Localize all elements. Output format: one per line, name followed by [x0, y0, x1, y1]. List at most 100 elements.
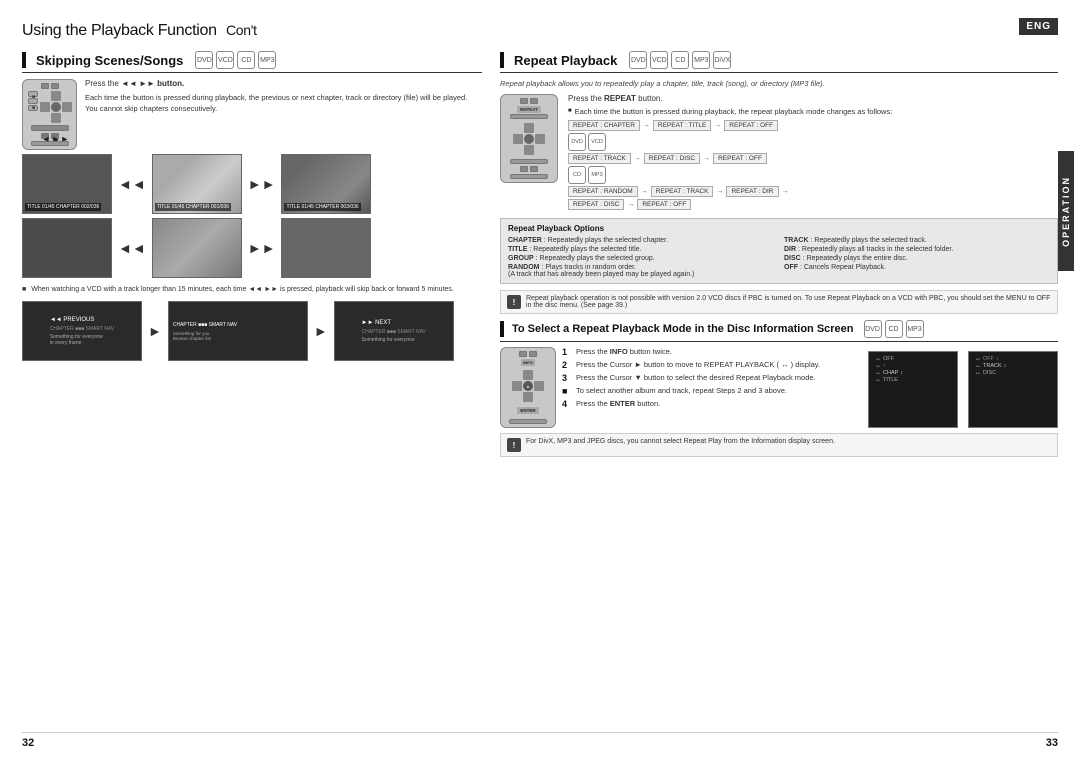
flow-arrow-6: → — [715, 188, 724, 195]
select-note-text: For DivX, MP3 and JPEG discs, you cannot… — [526, 438, 835, 452]
rr-last — [510, 174, 548, 179]
repeat-bullet-row: ■ Each time the button is pressed during… — [568, 107, 1058, 116]
select-steps-area: INFO ● ENTER — [500, 347, 858, 428]
rr-center — [524, 134, 534, 144]
flow-arrow-5: → — [640, 188, 649, 195]
step-2: 2 Press the Cursor ► button to move to R… — [562, 360, 820, 370]
scene-img-1: TITLE 01/45 CHAPTER 002/036 — [22, 154, 112, 214]
eng-badge: ENG — [1019, 18, 1058, 35]
ds1-row4: ↔ TITLE — [875, 377, 951, 383]
rr-skip1 — [520, 166, 528, 172]
skipping-text-area: Press the ◄◄ ►► button. Each time the bu… — [22, 79, 482, 113]
rr-left — [513, 134, 523, 144]
operation-label: OPERATION — [1061, 176, 1071, 247]
cd-icon: CD — [237, 51, 255, 69]
left-column: Skipping Scenes/Songs DVD VCD CD MP3 — [22, 51, 482, 724]
disc-screen-2: ↔ OFF ↕ ↔ TRACK ↕ ↔ DISC — [968, 351, 1058, 428]
scene-img-2: TITLE 01/45 CHAPTER 001/036 — [152, 154, 242, 214]
repeat-desc: Repeat playback allows you to repeatedly… — [500, 79, 1058, 88]
disc-screens: ↔ OFF ↔ ↑ ↔ CHAP ↕ ↔ — [868, 351, 1058, 428]
info-icon: ! — [507, 295, 521, 309]
scene-images: TITLE 01/45 CHAPTER 002/036 ◄◄ TITLE 01/… — [22, 154, 482, 278]
step-note: ■ To select another album and track, rep… — [562, 386, 820, 396]
option-off: OFF : Cancels Repeat Playback. — [784, 264, 1050, 278]
flow-box-7: REPEAT : RANDOM — [568, 186, 638, 197]
right-column: Repeat Playback DVD VCD CD MP3 DiVX Repe… — [500, 51, 1058, 724]
section-bar-repeat — [500, 52, 504, 68]
option-random: RANDOM : Plays tracks in random order.(A… — [508, 264, 774, 278]
page-header: Using the Playback Function Con't ENG — [22, 18, 1058, 41]
repeat-step-bold: REPEAT — [604, 94, 636, 103]
flow-arrow-3: → — [633, 155, 642, 162]
flow-arrow-7: → — [781, 188, 790, 195]
vcd-screen-3: ►► NEXT CHAPTER ■■■ SMART NAV Something … — [334, 301, 454, 361]
repeat-vcd-icon: VCD — [650, 51, 668, 69]
arrow-vcd: ► — [146, 323, 164, 339]
repeat-section-title: Repeat Playback — [514, 53, 617, 68]
ds1-row2: ↔ ↑ — [875, 363, 951, 369]
repeat-step-text: Press the REPEAT button. — [568, 94, 1058, 103]
repeat-dvd-icon: DVD — [629, 51, 647, 69]
section-bar-select — [500, 321, 504, 337]
flow-box-11: REPEAT : OFF — [637, 199, 691, 210]
page-num-right: 33 — [1046, 737, 1058, 749]
select-icons: DVD CD MP3 — [864, 320, 924, 338]
repeat-cd-icon: CD — [671, 51, 689, 69]
scene-img-5 — [152, 218, 242, 278]
flow-arrow-2: → — [713, 122, 722, 129]
rs-right — [534, 381, 544, 391]
option-disc: DISC : Repeatedly plays the entire disc. — [784, 255, 1050, 262]
flow-row-2: REPEAT : TRACK → REPEAT : DISC → REPEAT … — [568, 153, 1058, 164]
arrow-vcd2: ► — [312, 323, 330, 339]
rs-wide — [509, 419, 547, 424]
flow-box-2: REPEAT : TITLE — [653, 120, 711, 131]
page-numbers: 32 33 — [22, 732, 1058, 749]
arrow-1: ◄◄ — [116, 176, 148, 192]
select-info-icon: ! — [507, 438, 521, 452]
flow-row-3: REPEAT : RANDOM → REPEAT : TRACK → REPEA… — [568, 186, 1058, 197]
rs-btn1 — [519, 351, 527, 357]
repeat-divx-icon: DiVX — [713, 51, 731, 69]
select-note-box: ! For DivX, MP3 and JPEG discs, you cann… — [500, 433, 1058, 457]
sel-mp3-icon: MP3 — [906, 320, 924, 338]
options-title: Repeat Playback Options — [508, 224, 1050, 233]
page-title: Using the Playback Function Con't — [22, 18, 257, 41]
flow-box-1: REPEAT : CHAPTER — [568, 120, 640, 131]
flow-cd-icons: CD MP3 — [568, 166, 1058, 184]
page-num-left: 32 — [22, 737, 34, 749]
rr-right — [535, 134, 545, 144]
skipping-content: ◄◄ ►► Press the ◄◄ ►► button. Each — [22, 79, 482, 154]
scene-row-1: TITLE 01/45 CHAPTER 002/036 ◄◄ TITLE 01/… — [22, 154, 482, 214]
rr-bottom — [510, 159, 548, 164]
rs-enter-btn: ● — [523, 381, 533, 391]
option-group: GROUP : Repeatedly plays the selected gr… — [508, 255, 774, 262]
r-skip-back: ◄◄ — [41, 133, 49, 139]
rr-down — [524, 145, 534, 155]
option-track: TRACK : Repeatedly plays the selected tr… — [784, 237, 1050, 244]
rs-info-btn: INFO — [521, 359, 535, 366]
ds1-row3: ↔ CHAP ↕ — [875, 370, 951, 376]
select-section-title: To Select a Repeat Playback Mode in the … — [512, 323, 854, 335]
flow-dvd: DVD — [568, 133, 586, 151]
option-dir: DIR : Repeatedly plays all tracks in the… — [784, 246, 1050, 253]
rs-down — [523, 392, 533, 402]
bullet-item-1: Each time the button is pressed during p… — [32, 93, 482, 102]
flow-box-8: REPEAT : TRACK — [651, 186, 714, 197]
flow-box-3: REPEAT : OFF — [724, 120, 778, 131]
rs-dpad: ● — [512, 370, 544, 402]
rs-left — [512, 381, 522, 391]
flow-rows-container: REPEAT : CHAPTER → REPEAT : TITLE → REPE… — [568, 120, 1058, 210]
repeat-label: REPEAT — [517, 106, 541, 113]
rs-up — [523, 370, 533, 380]
flow-box-10: REPEAT : DISC — [568, 199, 624, 210]
operation-sidebar: OPERATION — [1058, 151, 1074, 271]
remote-control-image: ◄◄ ►► — [22, 79, 77, 150]
repeat-bullet-text: Each time the button is pressed during p… — [575, 107, 893, 116]
flow-row-icons2: CD MP3 — [568, 166, 1058, 184]
flow-box-9: REPEAT : DIR — [726, 186, 778, 197]
repeat-section-header: Repeat Playback DVD VCD CD MP3 DiVX — [500, 51, 1058, 73]
r-wide-btn — [31, 125, 69, 131]
skip-note: ■ When watching a VCD with a track longe… — [22, 284, 482, 295]
title-text: Using the Playback Function — [22, 22, 217, 39]
scene-img-6 — [281, 218, 371, 278]
